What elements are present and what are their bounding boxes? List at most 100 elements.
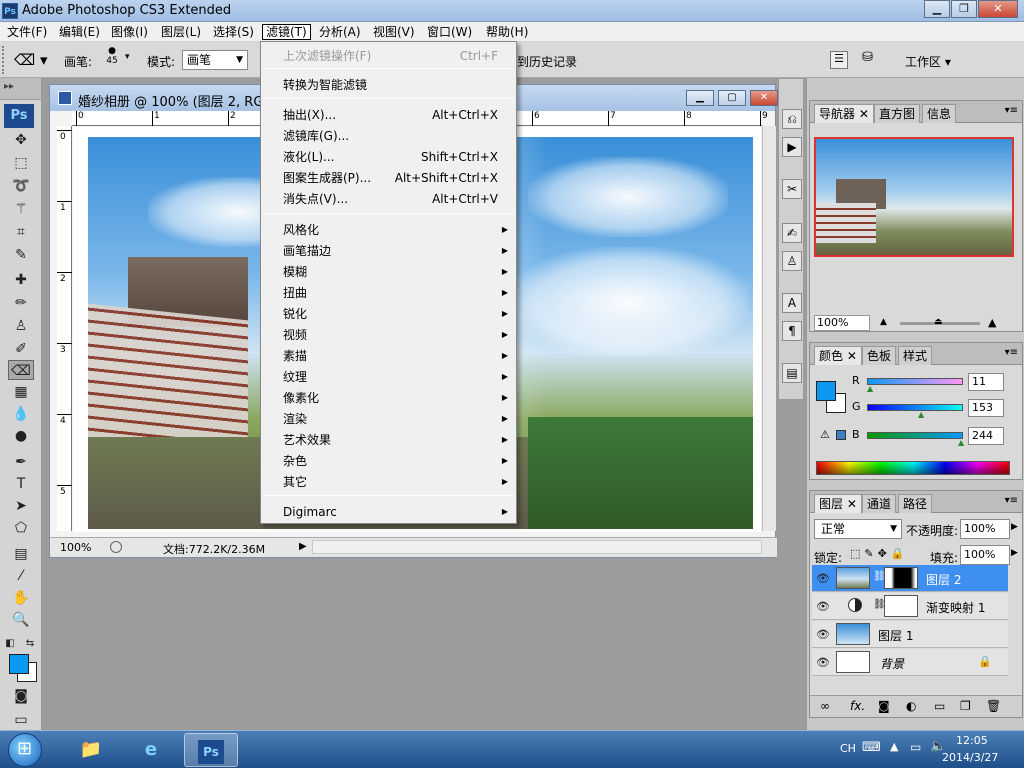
filter-menu-item[interactable]: 上次滤镜操作(F) Ctrl+F [261, 46, 516, 66]
hand-tool-icon[interactable]: ✋ [8, 588, 34, 608]
blue-bar[interactable] [867, 432, 963, 439]
menu-item[interactable]: 视图(V) [370, 24, 418, 40]
blue-slider[interactable]: ⚠ B ▲ 244 [820, 427, 1020, 447]
type-tool-icon[interactable]: T [8, 474, 34, 494]
menu-item[interactable]: 选择(S) [210, 24, 257, 40]
palette-well-icon[interactable]: ☰ [830, 51, 848, 69]
green-bar[interactable] [867, 404, 963, 411]
erase-to-history-label[interactable]: 到历史记录 [517, 53, 577, 70]
filter-menu-item[interactable]: 风格化 ▶ [261, 220, 516, 240]
tool-presets-icon[interactable]: ✂ [782, 179, 802, 199]
fill-field[interactable]: 100% [960, 545, 1010, 565]
menu-item[interactable]: 图像(I) [108, 24, 151, 40]
panel-menu-icon[interactable]: ▾≡ [1005, 105, 1018, 116]
zoom-tool-icon[interactable]: 🔍 [8, 610, 34, 630]
filter-menu-item[interactable]: 液化(L)... Shift+Ctrl+X [261, 147, 516, 167]
history-brush-tool-icon[interactable]: ✐ [8, 339, 34, 359]
layer-row-gradient-map[interactable]: 👁 ⛓ 渐变映射 1 [812, 593, 1008, 620]
filter-menu-item[interactable]: 转换为智能滤镜 [261, 75, 516, 95]
marquee-tool-icon[interactable]: ⬚ [8, 153, 34, 173]
tab-info[interactable]: 信息 [922, 104, 957, 123]
menu-item[interactable]: 帮助(H) [483, 24, 531, 40]
file-explorer-icon[interactable]: 📁 [64, 733, 118, 767]
eye-icon[interactable]: 👁 [816, 572, 830, 585]
tab-color[interactable]: 颜色 ✕ [814, 346, 862, 365]
vertical-scrollbar[interactable] [762, 126, 776, 531]
eraser-tool-icon[interactable]: ⌫ ▾ [14, 51, 50, 71]
horizontal-scrollbar[interactable] [312, 540, 762, 554]
menu-item[interactable]: 滤镜(T) [262, 24, 311, 40]
red-value[interactable]: 11 [968, 373, 1004, 391]
lock-options-icon[interactable]: ⬚✎✥🔒 [850, 547, 909, 560]
filter-menu-item[interactable]: 其它 ▶ [261, 472, 516, 492]
filter-menu-item[interactable]: 杂色 ▶ [261, 451, 516, 471]
panel-menu-icon[interactable]: ▾≡ [1005, 347, 1018, 358]
eyedropper-tool-icon[interactable]: ⁄ [8, 566, 34, 586]
paragraph-panel-icon[interactable]: ¶ [782, 321, 802, 341]
foreground-color-swatch[interactable] [816, 381, 836, 401]
filter-menu-item[interactable]: 扭曲 ▶ [261, 283, 516, 303]
navigator-zoom-field[interactable]: 100% [814, 315, 870, 331]
show-hidden-icon[interactable]: ▲ [890, 740, 898, 753]
history-panel-icon[interactable]: ⎌ [782, 109, 802, 129]
new-group-icon[interactable]: ▭ [934, 699, 945, 713]
doc-close-button[interactable]: ✕ [750, 90, 778, 106]
filter-menu-item[interactable]: 模糊 ▶ [261, 262, 516, 282]
blend-mode-select[interactable]: 正常 ▼ [814, 519, 902, 539]
pen-tool-icon[interactable]: ✒ [8, 452, 34, 472]
status-menu-arrow-icon[interactable]: ▶ [299, 541, 307, 552]
filter-menu-item[interactable]: 渲染 ▶ [261, 409, 516, 429]
slider-thumb-icon[interactable]: ▲ [867, 384, 873, 393]
panel-menu-icon[interactable]: ▾≡ [1005, 495, 1018, 506]
network-icon[interactable]: ▭ [910, 740, 921, 754]
fx-icon[interactable]: fx. [850, 699, 865, 713]
red-bar[interactable] [867, 378, 963, 385]
keyboard-icon[interactable]: ⌨ [862, 740, 881, 755]
filter-menu-item[interactable]: 消失点(V)... Alt+Ctrl+V [261, 189, 516, 209]
tab-channels[interactable]: 通道 [862, 494, 897, 513]
tab-navigator[interactable]: 导航器 ✕ [814, 104, 874, 123]
quick-mask-icon[interactable]: ◙ [8, 686, 34, 706]
slider-thumb-icon[interactable]: ▲ [958, 438, 964, 447]
web-color-icon[interactable] [836, 430, 846, 440]
new-layer-icon[interactable]: ❐ [960, 699, 971, 713]
zoom-out-icon[interactable]: ▲ [880, 317, 887, 327]
foreground-color-swatch[interactable] [9, 654, 29, 674]
menu-item[interactable]: 编辑(E) [56, 24, 103, 40]
options-grip[interactable] [2, 46, 8, 74]
trash-icon[interactable]: 🗑 [986, 699, 1001, 713]
vertical-ruler[interactable]: 0 1 2 3 4 5 [57, 126, 72, 531]
color-spectrum[interactable] [816, 461, 1010, 475]
healing-brush-tool-icon[interactable]: ✚ [8, 270, 34, 290]
filter-menu-item[interactable]: 艺术效果 ▶ [261, 430, 516, 450]
blur-tool-icon[interactable]: 💧 [8, 404, 34, 424]
opacity-field[interactable]: 100% [960, 519, 1010, 539]
blue-value[interactable]: 244 [968, 427, 1004, 445]
path-selection-tool-icon[interactable]: ➤ [8, 496, 34, 516]
fill-arrow-icon[interactable]: ▶ [1011, 548, 1018, 558]
navigator-preview[interactable] [814, 137, 1014, 257]
tab-styles[interactable]: 样式 [898, 346, 933, 365]
link-layers-icon[interactable]: ∞ [820, 699, 830, 713]
green-slider[interactable]: G ▲ 153 [850, 399, 1020, 419]
menu-item[interactable]: 分析(A) [316, 24, 364, 40]
add-mask-icon[interactable]: ◙ [878, 699, 890, 713]
toolbox-header[interactable]: ▸▸ [0, 78, 41, 100]
tab-paths[interactable]: 路径 [898, 494, 933, 513]
magic-wand-tool-icon[interactable]: ⚚ [8, 199, 34, 219]
layer-mask-thumbnail[interactable] [884, 567, 918, 589]
filter-menu-item[interactable]: Digimarc ▶ [261, 502, 516, 522]
tab-layers[interactable]: 图层 ✕ [814, 494, 862, 513]
start-button[interactable] [8, 733, 42, 767]
eye-icon[interactable]: 👁 [816, 628, 830, 641]
restore-button[interactable]: ❐ [951, 0, 977, 18]
character-panel-icon[interactable]: A [782, 293, 802, 313]
close-button[interactable]: ✕ [978, 0, 1018, 18]
opacity-arrow-icon[interactable]: ▶ [1011, 522, 1018, 532]
layer-row-layer2[interactable]: 👁 ⛓ 图层 2 [812, 565, 1008, 592]
minimize-button[interactable]: ▁ [924, 0, 950, 18]
brushes-panel-icon[interactable]: ✍ [782, 223, 802, 243]
layer-row-background[interactable]: 👁 背景 🔒 [812, 649, 1008, 676]
brush-dropdown-icon[interactable]: ▾ [125, 52, 130, 62]
mode-select[interactable]: 画笔 ▼ [182, 50, 248, 70]
